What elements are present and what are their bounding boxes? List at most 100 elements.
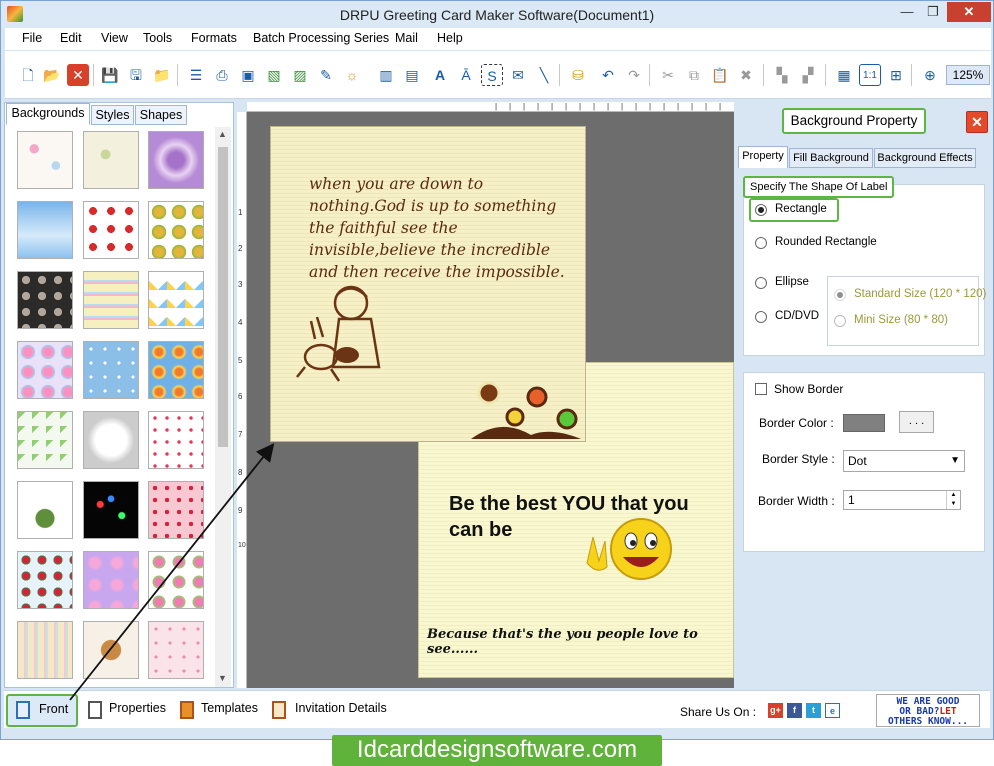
radio-rounded-dot[interactable] <box>755 237 767 249</box>
background-thumbnail[interactable] <box>148 201 204 259</box>
background-thumbnail[interactable] <box>148 271 204 329</box>
minimize-button[interactable]: — <box>893 2 921 22</box>
border-width-value[interactable]: 1 <box>848 493 855 507</box>
menu-edit[interactable]: Edit <box>60 31 82 45</box>
line-icon[interactable]: ╲ <box>533 64 555 86</box>
stepper-up-icon[interactable]: ▲ <box>946 491 960 500</box>
background-thumbnail[interactable] <box>83 621 139 679</box>
database-icon[interactable]: ⛁ <box>567 64 589 86</box>
child-with-bunny-illustration[interactable] <box>287 277 397 397</box>
border-width-stepper[interactable]: 1 ▲ ▼ <box>843 490 961 510</box>
image-icon[interactable]: ▨ <box>289 64 311 86</box>
zoom-icon[interactable]: ⊕ <box>919 64 941 86</box>
smiley-icon[interactable] <box>579 513 679 583</box>
share-email-icon[interactable]: e <box>825 703 840 718</box>
properties-button[interactable]: Properties <box>84 691 172 729</box>
zoom-level[interactable]: 125% <box>946 65 990 85</box>
background-thumbnail[interactable] <box>17 551 73 609</box>
google-plus-icon[interactable]: g+ <box>768 703 783 718</box>
open-icon[interactable]: 📂 <box>41 64 63 86</box>
border-color-swatch[interactable] <box>843 414 885 432</box>
menu-mail[interactable]: Mail <box>395 31 418 45</box>
undo-icon[interactable]: ↶ <box>597 64 619 86</box>
close-panel-button[interactable]: ✕ <box>966 111 988 133</box>
background-thumbnail[interactable] <box>17 411 73 469</box>
background-thumbnail[interactable] <box>83 341 139 399</box>
delete-icon[interactable]: ✖ <box>735 64 757 86</box>
redo-icon[interactable]: ↷ <box>623 64 645 86</box>
close-doc-icon[interactable]: ✕ <box>67 64 89 86</box>
tab-property[interactable]: Property <box>738 146 788 168</box>
stepper-down-icon[interactable]: ▼ <box>946 500 960 509</box>
save-icon[interactable]: 💾 <box>99 64 121 86</box>
menu-file[interactable]: File <box>22 31 42 45</box>
background-thumbnail[interactable] <box>83 131 139 189</box>
tab-styles[interactable]: Styles <box>91 105 134 125</box>
bring-front-icon[interactable]: ▚ <box>771 64 793 86</box>
save-as-icon[interactable]: 🖫 <box>125 64 147 86</box>
background-thumbnail[interactable] <box>148 551 204 609</box>
tab-fill-background[interactable]: Fill Background <box>789 148 873 168</box>
templates-button[interactable]: Templates <box>174 691 262 729</box>
tab-background-effects[interactable]: Background Effects <box>874 148 976 168</box>
scroll-up-icon[interactable]: ▲ <box>218 129 227 139</box>
background-thumbnail[interactable] <box>83 411 139 469</box>
signature-icon[interactable]: S <box>481 64 503 86</box>
print-icon[interactable]: ⎙ <box>211 64 233 86</box>
background-thumbnail[interactable] <box>148 411 204 469</box>
feedback-banner[interactable]: WE ARE GOOD OR BAD?LET OTHERS KNOW... <box>876 694 980 727</box>
background-thumbnail[interactable] <box>17 621 73 679</box>
border-style-select[interactable]: Dot ▼ <box>843 450 965 472</box>
scroll-down-icon[interactable]: ▼ <box>218 673 227 683</box>
text-icon[interactable]: A <box>429 64 451 86</box>
show-border-checkbox[interactable] <box>755 383 767 395</box>
maximize-button[interactable]: ❐ <box>919 2 947 22</box>
card-footer-text[interactable]: Because that's the you people love to se… <box>427 627 737 657</box>
background-thumbnail[interactable] <box>83 481 139 539</box>
background-thumbnail[interactable] <box>83 271 139 329</box>
card-quote[interactable]: when you are down to nothing.God is up t… <box>309 173 579 283</box>
export-image-icon[interactable]: ▧ <box>263 64 285 86</box>
radio-ellipse-dot[interactable] <box>755 277 767 289</box>
tab-shapes[interactable]: Shapes <box>135 105 187 125</box>
invitation-details-button[interactable]: Invitation Details <box>266 691 396 729</box>
background-thumbnail[interactable] <box>148 341 204 399</box>
menu-formats[interactable]: Formats <box>191 31 237 45</box>
chevron-down-icon[interactable]: ▼ <box>950 451 960 471</box>
background-thumbnail[interactable] <box>17 481 73 539</box>
pen-icon[interactable]: ✎ <box>315 64 337 86</box>
fit-icon[interactable]: ⊞ <box>885 64 907 86</box>
radio-mini-dot[interactable] <box>834 315 846 327</box>
email-icon[interactable]: ✉ <box>507 64 529 86</box>
facebook-icon[interactable]: f <box>787 703 802 718</box>
flower-decoration[interactable] <box>471 377 581 443</box>
close-window-button[interactable]: ✕ <box>947 2 991 22</box>
tab-backgrounds[interactable]: Backgrounds <box>6 103 90 125</box>
properties-icon[interactable]: ☰ <box>185 64 207 86</box>
background-thumbnail[interactable] <box>148 481 204 539</box>
background-thumbnail[interactable] <box>17 131 73 189</box>
thumbnails-scrollbar[interactable]: ▲ ▼ <box>215 127 231 687</box>
radio-standard-dot[interactable] <box>834 289 846 301</box>
card-front-page[interactable]: when you are down to nothing.God is up t… <box>270 126 586 442</box>
background-thumbnail[interactable] <box>148 621 204 679</box>
menu-tools[interactable]: Tools <box>143 31 172 45</box>
grid-icon[interactable]: ▦ <box>833 64 855 86</box>
background-thumbnail[interactable] <box>17 341 73 399</box>
twitter-icon[interactable]: t <box>806 703 821 718</box>
front-button[interactable]: Front <box>12 691 78 729</box>
cut-icon[interactable]: ✂ <box>657 64 679 86</box>
menu-view[interactable]: View <box>101 31 128 45</box>
print-preview-icon[interactable]: ▣ <box>237 64 259 86</box>
background-thumbnail[interactable] <box>83 201 139 259</box>
menu-batch-processing[interactable]: Batch Processing Series <box>253 31 389 45</box>
background-thumbnail[interactable] <box>148 131 204 189</box>
copy-icon[interactable]: ⧉ <box>683 64 705 86</box>
background-thumbnail[interactable] <box>17 201 73 259</box>
barcode-icon[interactable]: ▥ <box>375 64 397 86</box>
barcode2-icon[interactable]: ▤ <box>401 64 423 86</box>
background-thumbnail[interactable] <box>83 551 139 609</box>
new-icon[interactable]: 🗋 <box>17 64 39 86</box>
background-thumbnail[interactable] <box>17 271 73 329</box>
menu-help[interactable]: Help <box>437 31 463 45</box>
